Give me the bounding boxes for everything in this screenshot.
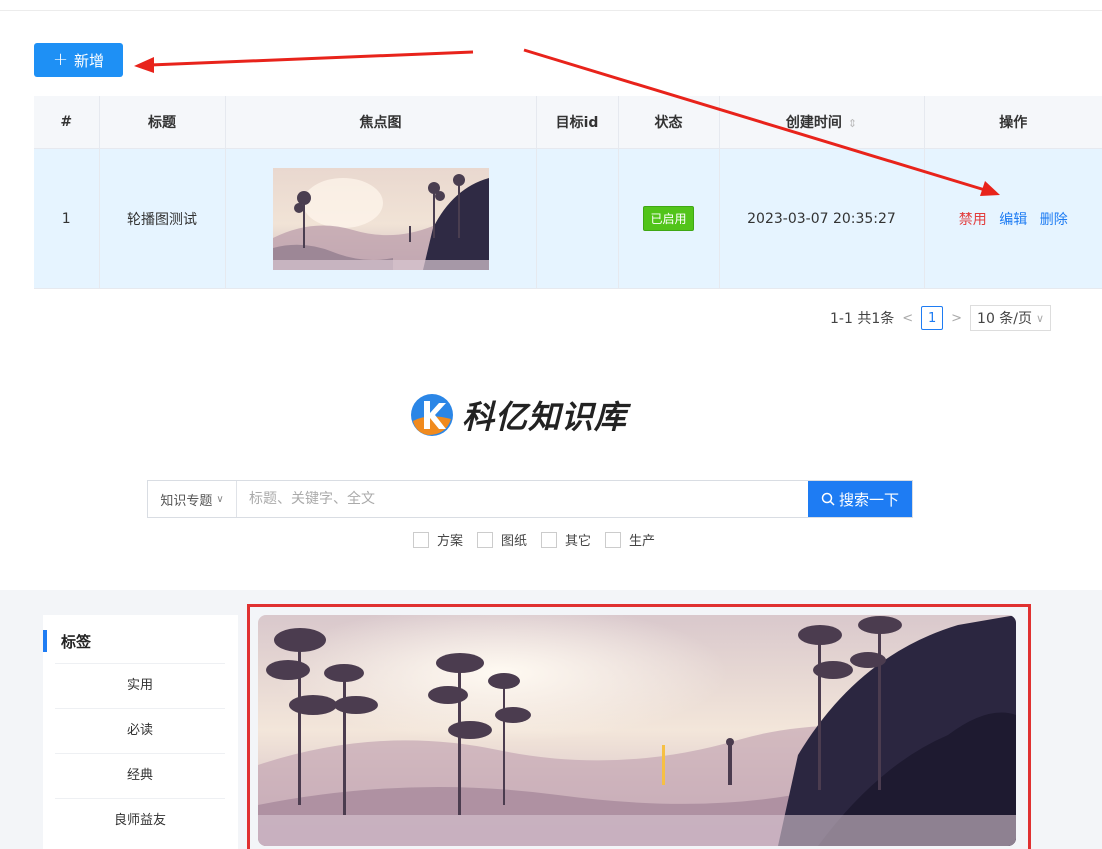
page-size-value: 10 条/页 xyxy=(977,311,1033,327)
next-page-icon[interactable]: > xyxy=(951,311,962,326)
checkbox[interactable] xyxy=(605,531,622,548)
checkbox[interactable] xyxy=(413,531,429,548)
title-accent-bar xyxy=(43,630,47,652)
filter-label: 生产 xyxy=(629,534,656,549)
checkbox[interactable] xyxy=(477,531,494,548)
add-button[interactable]: + 新增 xyxy=(34,43,123,77)
search-category-label: 知识专题 xyxy=(160,493,213,509)
filter-checkboxes: 方案 图纸 其它 生产 xyxy=(413,530,655,549)
plus-icon: + xyxy=(52,49,69,70)
search-button-label: 搜索一下 xyxy=(838,490,899,509)
edit-link[interactable]: 编辑 xyxy=(999,212,1027,228)
chevron-down-icon: ∨ xyxy=(216,493,224,505)
cell-target-id xyxy=(535,148,619,289)
filter-label: 其它 xyxy=(565,534,592,549)
col-header-image: 焦点图 xyxy=(224,96,537,149)
col-header-actions: 操作 xyxy=(923,96,1102,149)
cell-status: 已启用 xyxy=(617,148,720,289)
search-category-select[interactable]: 知识专题 ∨ xyxy=(148,481,237,517)
checkbox[interactable] xyxy=(541,531,558,548)
table-row: 1 轮播图测试 已启用 2023-03-07 20:35:27 禁用 编辑 删除 xyxy=(34,148,1102,289)
tag-item[interactable]: 经典 xyxy=(55,753,225,798)
page-size-select[interactable]: 10 条/页 ∨ xyxy=(970,305,1052,331)
site-logo[interactable]: 科亿知识库 xyxy=(408,391,627,439)
filter-label: 图纸 xyxy=(501,534,528,549)
col-header-created[interactable]: 创建时间 ⇕ xyxy=(718,96,925,149)
filter-option[interactable]: 方案 xyxy=(413,530,463,549)
banner-thumbnail[interactable] xyxy=(272,167,489,270)
add-button-label: 新增 xyxy=(74,51,105,70)
banner-table: # 标题 焦点图 目标id 状态 创建时间 ⇕ 操作 1 轮播图测试 已启用 2… xyxy=(34,96,1102,289)
col-header-status: 状态 xyxy=(617,96,720,149)
filter-label: 方案 xyxy=(437,534,464,549)
table-header-row: # 标题 焦点图 目标id 状态 创建时间 ⇕ 操作 xyxy=(34,96,1102,149)
col-header-target-id: 目标id xyxy=(535,96,619,149)
delete-link[interactable]: 删除 xyxy=(1040,212,1068,228)
cell-actions: 禁用 编辑 删除 xyxy=(923,148,1102,289)
search-bar: 知识专题 ∨ 搜索一下 xyxy=(147,480,913,518)
status-badge: 已启用 xyxy=(643,206,694,231)
col-header-created-label: 创建时间 xyxy=(785,115,842,131)
tag-panel-title: 标签 xyxy=(43,625,91,657)
cell-image xyxy=(224,148,537,289)
filter-option[interactable]: 其它 xyxy=(541,530,591,549)
cell-index: 1 xyxy=(34,148,100,289)
search-button[interactable]: 搜索一下 xyxy=(808,481,912,517)
tag-item[interactable]: 实用 xyxy=(55,663,225,708)
banner-image xyxy=(258,615,1016,846)
filter-option[interactable]: 图纸 xyxy=(477,530,527,549)
col-header-index: # xyxy=(34,96,100,149)
tag-panel-title-text: 标签 xyxy=(61,632,92,651)
tag-item[interactable]: 良师益友 xyxy=(55,798,225,843)
search-input[interactable] xyxy=(237,481,808,517)
tag-item[interactable]: 必读 xyxy=(55,708,225,753)
logo-icon xyxy=(411,394,453,436)
top-divider xyxy=(0,10,1102,11)
search-icon xyxy=(821,492,835,506)
col-header-title: 标题 xyxy=(98,96,226,149)
cell-created: 2023-03-07 20:35:27 xyxy=(718,148,925,289)
chevron-down-icon: ∨ xyxy=(1036,311,1045,325)
filter-option[interactable]: 生产 xyxy=(605,530,655,549)
pagination-summary: 1-1 共1条 xyxy=(830,311,895,327)
sort-icon[interactable]: ⇕ xyxy=(848,117,857,130)
page-number[interactable]: 1 xyxy=(921,306,944,330)
carousel-banner[interactable] xyxy=(258,615,1016,846)
logo-text: 科亿知识库 xyxy=(462,398,628,436)
disable-link[interactable]: 禁用 xyxy=(959,212,987,228)
prev-page-icon[interactable]: < xyxy=(902,311,913,326)
pagination: 1-1 共1条 < 1 > 10 条/页 ∨ xyxy=(830,305,1052,331)
cell-title: 轮播图测试 xyxy=(98,148,226,289)
